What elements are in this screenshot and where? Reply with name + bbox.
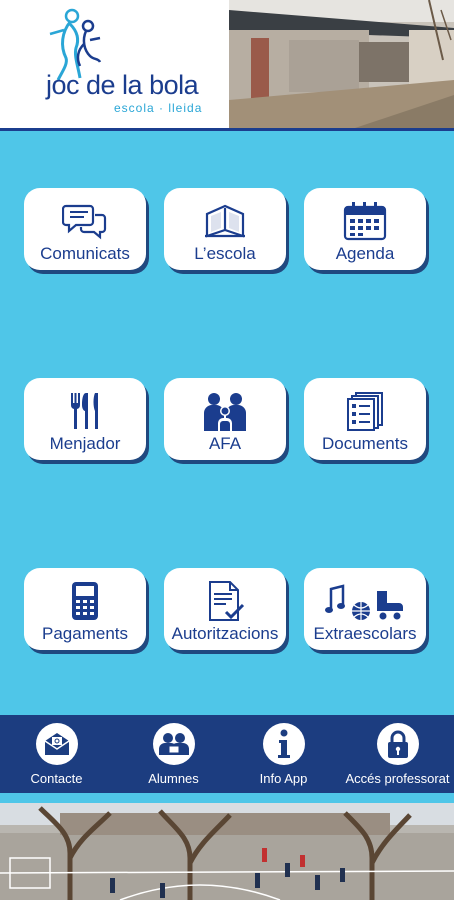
agenda-label: Agenda — [335, 244, 395, 263]
header-divider — [0, 128, 454, 131]
nav-info-app-label: Info App — [259, 771, 308, 786]
nav-info-app[interactable]: Info App — [227, 723, 340, 786]
agenda-button[interactable]: Agenda — [304, 188, 426, 270]
extraescolars-button[interactable]: Extraescolars — [304, 568, 426, 650]
autoritzacions-button[interactable]: Autoritzacions — [164, 568, 286, 650]
documents-label: Documents — [322, 434, 408, 453]
lescola-button[interactable]: L’escola — [164, 188, 286, 270]
info-icon — [262, 723, 305, 765]
lock-icon — [376, 723, 419, 765]
menjador-button[interactable]: Menjador — [24, 378, 146, 460]
pagaments-button[interactable]: Pagaments — [24, 568, 146, 650]
nav-divider-strip — [0, 793, 454, 803]
school-logo: joc de la bola escola · lleida — [0, 0, 229, 130]
family-icon — [201, 390, 249, 432]
students-icon — [152, 723, 195, 765]
envelope-icon — [35, 723, 78, 765]
nav-alumnes[interactable]: Alumnes — [117, 723, 230, 786]
school-building-photo — [229, 0, 454, 130]
app-header: joc de la bola escola · lleida — [0, 0, 454, 131]
nav-contacte[interactable]: Contacte — [0, 723, 113, 786]
autoritzacions-label: Autoritzacions — [171, 624, 279, 643]
lescola-label: L’escola — [194, 244, 256, 263]
calendar-icon — [341, 200, 389, 242]
comunicats-button[interactable]: Comunicats — [24, 188, 146, 270]
menjador-label: Menjador — [49, 434, 121, 453]
playground-photo — [0, 803, 454, 900]
logo-title: joc de la bola — [46, 70, 199, 100]
documents-button[interactable]: Documents — [304, 378, 426, 460]
nav-contacte-label: Contacte — [30, 771, 83, 786]
open-book-icon — [201, 200, 249, 242]
activities-icon — [323, 580, 407, 622]
cutlery-icon — [61, 390, 109, 432]
nav-acces-professorat[interactable]: Accés professorat — [341, 723, 454, 786]
logo-subtitle: escola · lleida — [114, 101, 203, 115]
document-check-icon — [201, 580, 249, 622]
afa-button[interactable]: AFA — [164, 378, 286, 460]
nav-acces-professorat-label: Accés professorat — [345, 771, 450, 786]
bottom-navigation: Contacte Alumnes Info App Accés professo… — [0, 715, 454, 793]
pagaments-label: Pagaments — [42, 624, 128, 643]
documents-icon — [341, 390, 389, 432]
comunicats-label: Comunicats — [40, 244, 130, 263]
nav-alumnes-label: Alumnes — [148, 771, 199, 786]
payment-terminal-icon — [61, 580, 109, 622]
extraescolars-label: Extraescolars — [313, 624, 417, 643]
afa-label: AFA — [208, 434, 242, 453]
chat-bubbles-icon — [61, 200, 109, 242]
